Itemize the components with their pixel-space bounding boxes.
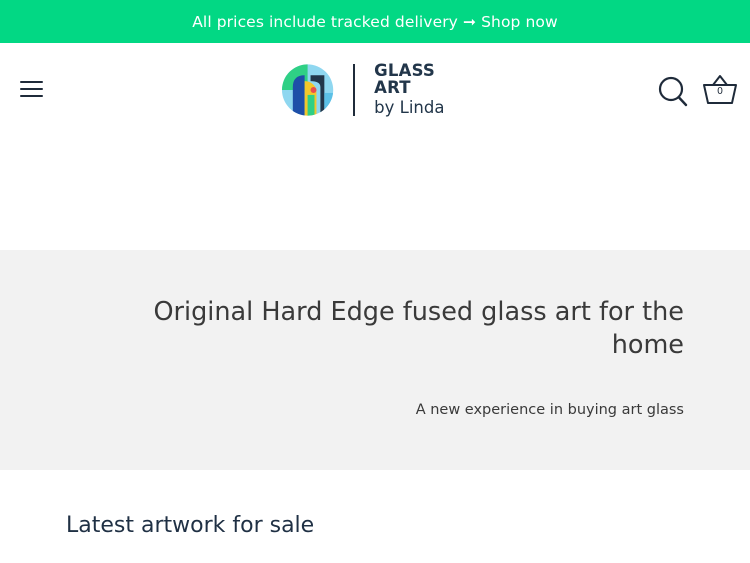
cart-count-badge: 0 xyxy=(716,86,724,97)
site-logo[interactable]: GLASS ART by Linda xyxy=(281,60,476,120)
announcement-bar[interactable]: All prices include tracked delivery ➞ Sh… xyxy=(0,0,750,43)
site-header: GLASS ART by Linda 0 xyxy=(0,43,750,135)
logo-line-1: GLASS ART xyxy=(374,61,436,97)
hero-subtitle: A new experience in buying art glass xyxy=(415,402,684,418)
logo-divider xyxy=(353,64,356,116)
logo-line-2: by Linda xyxy=(374,98,445,118)
latest-artwork-heading: Latest artwork for sale xyxy=(66,513,315,538)
hamburger-menu-icon-line xyxy=(20,95,43,97)
hamburger-menu-icon-line xyxy=(20,88,43,90)
hero-title: Original Hard Edge fused glass art for t… xyxy=(153,297,684,360)
search-icon xyxy=(658,76,688,107)
hero-banner: Original Hard Edge fused glass art for t… xyxy=(0,250,750,470)
logo-wordmark: GLASS ART by Linda xyxy=(374,63,476,117)
menu-button[interactable] xyxy=(20,79,44,99)
search-button[interactable] xyxy=(657,74,689,108)
announcement-text[interactable]: All prices include tracked delivery ➞ Sh… xyxy=(192,13,558,31)
hamburger-menu-icon xyxy=(20,81,43,83)
cart-button[interactable]: 0 xyxy=(702,73,738,107)
glass-art-logo-mark-icon xyxy=(281,64,334,116)
